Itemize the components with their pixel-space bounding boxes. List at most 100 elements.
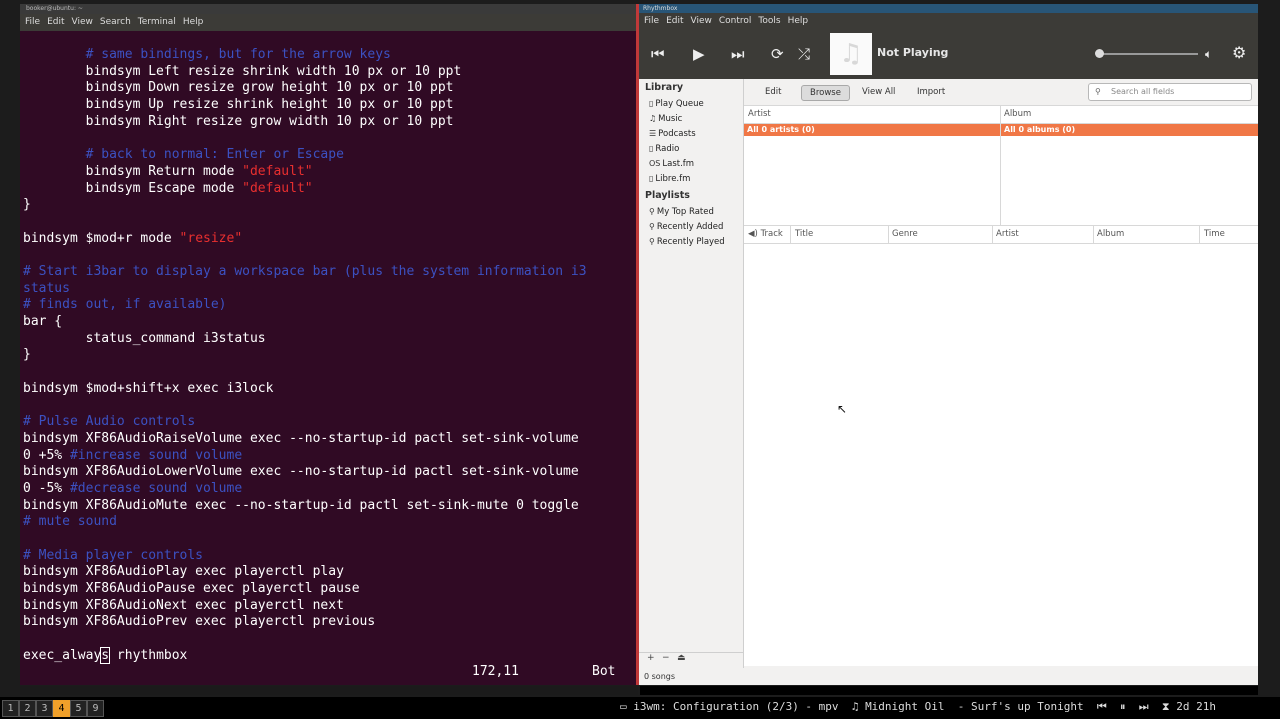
workspace-3[interactable]: 3 <box>36 700 53 717</box>
code-line: exec_always rhythmbox <box>23 646 638 665</box>
code-token: bindsym XF86AudioPrev exec playerctl pre… <box>23 614 376 630</box>
sidebar-item-recently-played[interactable]: ⚲ Recently Played <box>649 237 725 247</box>
sidebar-item-my-top-rated[interactable]: ⚲ My Top Rated <box>649 207 714 217</box>
code-token: #decrease sound volume <box>69 480 243 496</box>
rb-menu-view[interactable]: View <box>691 13 712 29</box>
rhythmbox-menubar: File Edit View Control Tools Help <box>639 13 1258 29</box>
repeat-icon[interactable]: ⟳ <box>771 44 784 64</box>
album-row-all[interactable]: All 0 albums (0) <box>1001 124 1258 136</box>
playlists-heading: Playlists <box>645 190 690 201</box>
code-token: "default" <box>242 163 313 179</box>
workspace-5[interactable]: 5 <box>70 700 87 717</box>
sidebar-item-recently-added[interactable]: ⚲ Recently Added <box>649 222 723 232</box>
code-token: # finds out, if available) <box>23 297 227 313</box>
tab-browse[interactable]: Browse <box>801 85 850 101</box>
play-icon[interactable]: ▶ <box>693 44 705 64</box>
search-input[interactable]: ⚲ Search all fields <box>1088 83 1252 101</box>
workspace-9[interactable]: 9 <box>87 700 104 717</box>
workspace-4[interactable]: 4 <box>53 700 70 717</box>
rhythmbox-window[interactable]: Rhythmbox File Edit View Control Tools H… <box>639 4 1258 685</box>
code-token: bindsym XF86AudioLowerVolume exec --no-s… <box>23 464 579 480</box>
gear-icon[interactable]: ⚙ <box>1232 43 1246 63</box>
previous-icon[interactable]: ⏮ <box>651 44 665 64</box>
code-line: bindsym XF86AudioPause exec playerctl pa… <box>23 581 638 598</box>
volume-slider-handle[interactable] <box>1095 49 1104 58</box>
terminal-bottom-strip <box>20 686 638 695</box>
code-token: bindsym $mod+r mode <box>23 230 180 246</box>
album-track-column-header[interactable]: Album <box>1097 229 1124 239</box>
workspace-2[interactable]: 2 <box>19 700 36 717</box>
track-column-header[interactable]: ◀) Track <box>748 229 783 239</box>
sidebar-item-label: My Top Rated <box>656 207 714 217</box>
code-line: # mute sound <box>23 514 638 531</box>
sidebar-item-music[interactable]: ♫ Music <box>649 114 682 124</box>
rb-menu-help[interactable]: Help <box>788 13 809 29</box>
code-line: bar { <box>23 314 638 331</box>
code-token: # mute sound <box>23 514 117 530</box>
tab-edit[interactable]: Edit <box>757 85 789 99</box>
terminal-titlebar: booker@ubuntu: ~ <box>20 4 638 14</box>
shuffle-icon[interactable]: ⤮ <box>798 44 810 64</box>
code-token: bindsym XF86AudioRaiseVolume exec --no-s… <box>23 430 579 446</box>
document-icon: ▯ <box>649 99 654 108</box>
code-line: bindsym Left resize shrink width 10 px o… <box>23 64 638 81</box>
menu-terminal[interactable]: Terminal <box>138 14 176 31</box>
next-icon[interactable]: ⏭ <box>1139 700 1149 713</box>
track-list[interactable] <box>744 244 1258 666</box>
music-icon: ♫ <box>649 114 657 123</box>
tab-view-all[interactable]: View All <box>854 85 903 99</box>
divider <box>1199 226 1200 243</box>
sidebar-item-librefm[interactable]: ▯ Libre.fm <box>649 174 690 184</box>
code-line: bindsym Up resize shrink height 10 px or… <box>23 97 638 114</box>
sidebar-item-radio[interactable]: ▯ Radio <box>649 144 679 154</box>
code-line: bindsym XF86AudioLowerVolume exec --no-s… <box>23 464 638 481</box>
search-icon: ⚲ <box>649 207 655 216</box>
tab-import[interactable]: Import <box>909 85 953 99</box>
sidebar: Library ▯ Play Queue ♫ Music ☰ Podcasts ▯ Ra… <box>639 79 744 685</box>
terminal-window[interactable]: booker@ubuntu: ~ File Edit View Search T… <box>20 4 638 685</box>
artist-row-all[interactable]: All 0 artists (0) <box>744 124 1002 136</box>
eject-icon[interactable]: ⏏ <box>677 653 686 663</box>
genre-column-header[interactable]: Genre <box>892 229 918 239</box>
rb-menu-edit[interactable]: Edit <box>666 13 683 29</box>
code-token: bindsym Down resize grow height 10 px or… <box>23 80 454 96</box>
rb-menu-tools[interactable]: Tools <box>758 13 780 29</box>
volume-icon[interactable]: 🔈︎ <box>1205 44 1212 64</box>
rb-menu-control[interactable]: Control <box>719 13 752 29</box>
sidebar-item-lastfm[interactable]: OS Last.fm <box>649 159 694 169</box>
rb-menu-file[interactable]: File <box>644 13 659 29</box>
next-icon[interactable]: ⏭ <box>731 44 745 64</box>
volume-slider[interactable] <box>1098 53 1198 55</box>
title-column-header[interactable]: Title <box>795 229 813 239</box>
code-token: bar { <box>23 314 63 329</box>
menu-search[interactable]: Search <box>100 14 131 31</box>
pause-icon[interactable]: ⏸ <box>1120 700 1126 713</box>
code-line: } <box>23 347 638 364</box>
window-icon: ▭ <box>620 700 627 713</box>
menu-help[interactable]: Help <box>183 14 204 31</box>
previous-icon[interactable]: ⏮ <box>1097 700 1107 713</box>
code-token: } <box>23 197 31 213</box>
workspace-1[interactable]: 1 <box>2 700 19 717</box>
time-column-header[interactable]: Time <box>1204 229 1225 239</box>
remove-icon[interactable]: − <box>662 653 670 663</box>
editor-buffer[interactable]: # same bindings, but for the arrow keys … <box>23 47 638 664</box>
add-icon[interactable]: + <box>647 653 655 663</box>
artist-column-header[interactable]: Artist <box>748 109 771 119</box>
sidebar-item-play-queue[interactable]: ▯ Play Queue <box>649 99 704 109</box>
search-icon: ⚲ <box>649 222 655 231</box>
sidebar-item-label: Libre.fm <box>655 174 691 184</box>
terminal-menubar: File Edit View Search Terminal Help <box>20 14 638 31</box>
menu-view[interactable]: View <box>72 14 93 31</box>
album-column-header[interactable]: Album <box>1004 109 1031 119</box>
artist-track-column-header[interactable]: Artist <box>996 229 1019 239</box>
code-line: status <box>23 281 638 298</box>
sidebar-item-podcasts[interactable]: ☰ Podcasts <box>649 129 696 139</box>
browser-toolbar: Edit Browse View All Import ⚲ Search all… <box>744 79 1258 105</box>
code-token: # back to normal: Enter or Escape <box>85 147 344 163</box>
menu-edit[interactable]: Edit <box>47 14 64 31</box>
i3-bar: 1 2 3 4 5 9 ▭ i3wm: Configuration (2/3) … <box>0 697 1280 719</box>
menu-file[interactable]: File <box>25 14 40 31</box>
